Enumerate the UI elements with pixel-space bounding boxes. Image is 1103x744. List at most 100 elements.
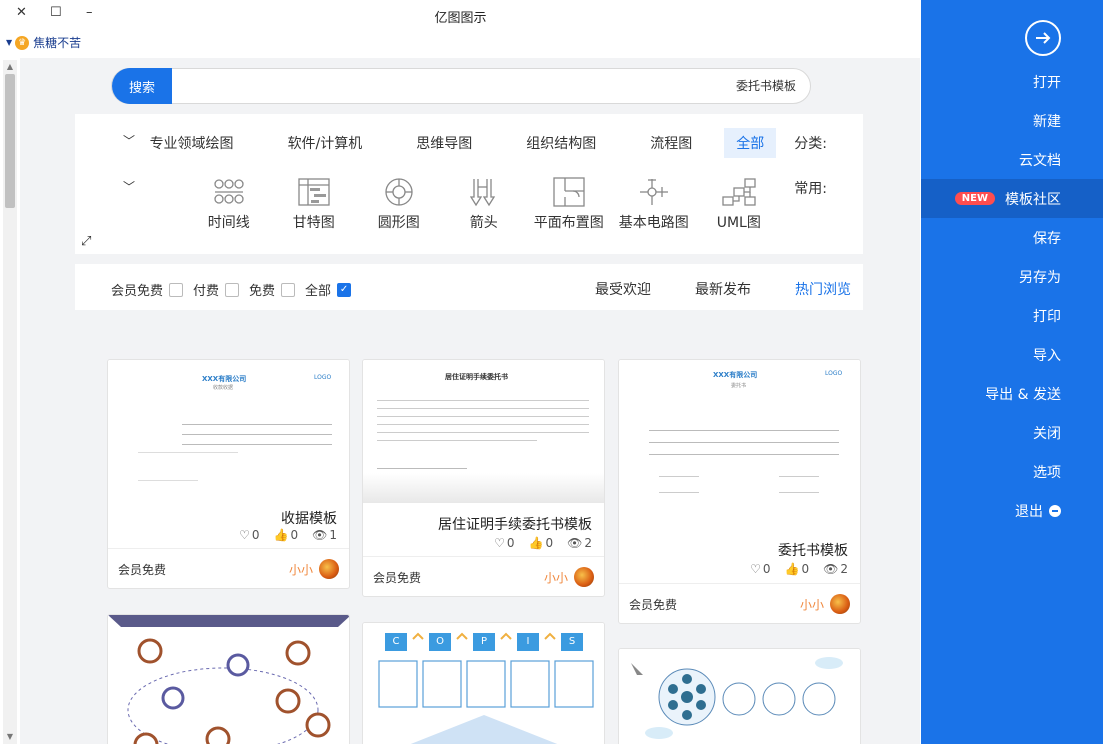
checkbox[interactable] — [281, 282, 296, 297]
category-item[interactable]: 组织结构图 — [514, 128, 608, 158]
common-item-uml[interactable]: UML图 — [701, 176, 776, 232]
author[interactable]: 小小 — [800, 594, 850, 614]
author[interactable]: 小小 — [544, 567, 594, 587]
checkbox-checked[interactable]: ✓ — [337, 282, 352, 297]
back-arrow-icon[interactable] — [1025, 20, 1061, 56]
category-item[interactable]: 思维导图 — [404, 128, 484, 158]
checkbox[interactable] — [225, 282, 240, 297]
sidebar-item-new[interactable]: 新建 — [921, 101, 1103, 140]
category-label: 分类: — [794, 136, 827, 152]
template-card[interactable]: XXX有限公司 LOGO 收款收据 收据模板 ♡ 0 👍 0 👁 1 会员免费 小小 — [107, 359, 350, 589]
author[interactable]: 小小 — [289, 559, 339, 579]
sort-options: 最受欢迎 最新发布 热门浏览 — [551, 279, 851, 299]
sidebar-item-print[interactable]: 打印 — [921, 296, 1103, 335]
category-item-selected[interactable]: 全部 — [724, 128, 777, 158]
sidebar-item-exit[interactable]: 退出 — [921, 491, 1103, 530]
price-tag: 会员免费 — [118, 563, 167, 577]
doc-line — [779, 492, 819, 493]
doc-line — [138, 452, 238, 453]
filter-label: 付费 — [193, 284, 220, 299]
scroll-thumb[interactable] — [5, 74, 15, 208]
view-count: 2 — [584, 536, 592, 550]
scroll-up-icon[interactable]: ▲ — [3, 60, 17, 74]
card-stats: ♡ 0 👍 0 👁 1 — [225, 528, 337, 542]
doc-line — [182, 444, 332, 445]
like-count: 0 — [290, 528, 299, 542]
template-card[interactable]: C O P I S — [362, 622, 605, 744]
sidebar-item-import[interactable]: 导入 — [921, 335, 1103, 374]
common-item-label: 箭头 — [469, 215, 498, 231]
new-badge: NEW — [954, 192, 995, 205]
app-window: ✕ ☐ – 亿图图示 ▼ ♛ 焦糖不苦 ▲ ▼ 搜索 ﹀ 专业领域绘图 软件/计… — [0, 0, 1103, 744]
common-item-arrows[interactable]: 箭头 — [446, 176, 521, 232]
filter-label: 免费 — [249, 284, 276, 299]
sidebar-item-open[interactable]: 打开 — [921, 62, 1103, 101]
common-item-label: 时间线 — [207, 215, 250, 231]
sidebar-item-close[interactable]: 关闭 — [921, 413, 1103, 452]
common-item-circuit[interactable]: 基本电路图 — [616, 176, 691, 232]
sidebar-item-template-community[interactable]: NEW 模板社区 — [921, 179, 1103, 218]
common-item-label: 平面布置图 — [533, 215, 604, 231]
search-button[interactable]: 搜索 — [112, 68, 172, 104]
filter-label: 全部 — [305, 284, 332, 299]
doc-line — [377, 432, 589, 433]
common-item-floorplan[interactable]: 平面布置图 — [531, 176, 606, 232]
sidebar-item-label: 打印 — [1033, 308, 1061, 325]
filter-free[interactable]: 免费 — [249, 280, 296, 299]
doc-line — [659, 476, 699, 477]
doc-line — [779, 476, 819, 477]
sort-popular[interactable]: 热门浏览 — [795, 279, 851, 299]
filter-paid[interactable]: 付费 — [193, 280, 240, 299]
chevron-down-icon[interactable]: ﹀ — [123, 178, 135, 195]
sidebar-item-label: 另存为 — [1019, 269, 1061, 286]
like-icon: 👍 — [528, 536, 544, 550]
template-card[interactable] — [107, 614, 350, 744]
user-account[interactable]: ▼ ♛ 焦糖不苦 — [6, 34, 81, 51]
view-icon: 👁 — [567, 536, 583, 550]
category-item[interactable]: 软件/计算机 — [276, 128, 375, 158]
common-item-timeline[interactable]: 时间线 — [191, 176, 266, 232]
filter-label: 会员免费 — [111, 284, 164, 299]
sidebar-item-save-as[interactable]: 另存为 — [921, 257, 1103, 296]
template-card[interactable] — [618, 648, 861, 744]
vertical-scrollbar[interactable]: ▲ ▼ — [3, 60, 17, 744]
scroll-down-icon[interactable]: ▼ — [3, 730, 17, 744]
filter-vip-free[interactable]: 会员免费 — [111, 280, 184, 299]
template-thumbnail: XXX有限公司 LOGO 收款收据 — [108, 360, 349, 498]
sidebar-item-cloud[interactable]: 云文档 — [921, 140, 1103, 179]
sort-newest[interactable]: 最新发布 — [695, 279, 751, 299]
view-count: 1 — [329, 528, 337, 542]
checkbox[interactable] — [169, 282, 184, 297]
category-item[interactable]: 流程图 — [638, 128, 704, 158]
category-panel: ﹀ 专业领域绘图 软件/计算机 思维导图 组织结构图 流程图 全部 分类: ﹀ … — [75, 114, 863, 254]
search-bar: 搜索 — [111, 68, 811, 104]
sidebar-item-export[interactable]: 导出 & 发送 — [921, 374, 1103, 413]
common-item-gantt[interactable]: 甘特图 — [276, 176, 351, 232]
dropdown-caret-icon: ▼ — [6, 38, 13, 47]
like-icon: 👍 — [784, 562, 800, 576]
uml-diagram-icon — [721, 176, 757, 208]
template-card[interactable]: XXX有限公司 LOGO 委托书 委托书模板 ♡ 0 👍 0 👁 2 会员免费 小小 — [618, 359, 861, 624]
author-name: 小小 — [799, 597, 824, 612]
doc-line — [649, 442, 839, 443]
circular-diagram-icon — [381, 176, 417, 208]
doc-line — [377, 468, 467, 469]
template-card[interactable]: 居住证明手续委托书 居住证明手续委托书模板 ♡ 0 👍 0 👁 2 会员免费 小小 — [362, 359, 605, 597]
filter-all[interactable]: 全部 ✓ — [305, 280, 352, 299]
sort-most-liked[interactable]: 最受欢迎 — [595, 279, 651, 299]
common-label: 常用: — [794, 181, 827, 197]
category-item[interactable]: 专业领域绘图 — [138, 128, 246, 158]
card-footer: 会员免费 小小 — [619, 583, 860, 623]
avatar — [319, 559, 339, 579]
search-input[interactable] — [296, 78, 796, 92]
avatar — [574, 567, 594, 587]
sidebar-item-save[interactable]: 保存 — [921, 218, 1103, 257]
sidebar-item-options[interactable]: 选项 — [921, 452, 1103, 491]
common-item-label: UML图 — [716, 215, 761, 231]
expand-icon[interactable]: ⤢ — [81, 234, 91, 249]
favorite-count: 0 — [251, 528, 260, 542]
template-thumbnail: XXX有限公司 LOGO 委托书 — [619, 360, 860, 530]
template-thumbnail — [619, 649, 860, 744]
common-item-circular[interactable]: 圆形图 — [361, 176, 436, 232]
doc-line — [182, 434, 332, 435]
